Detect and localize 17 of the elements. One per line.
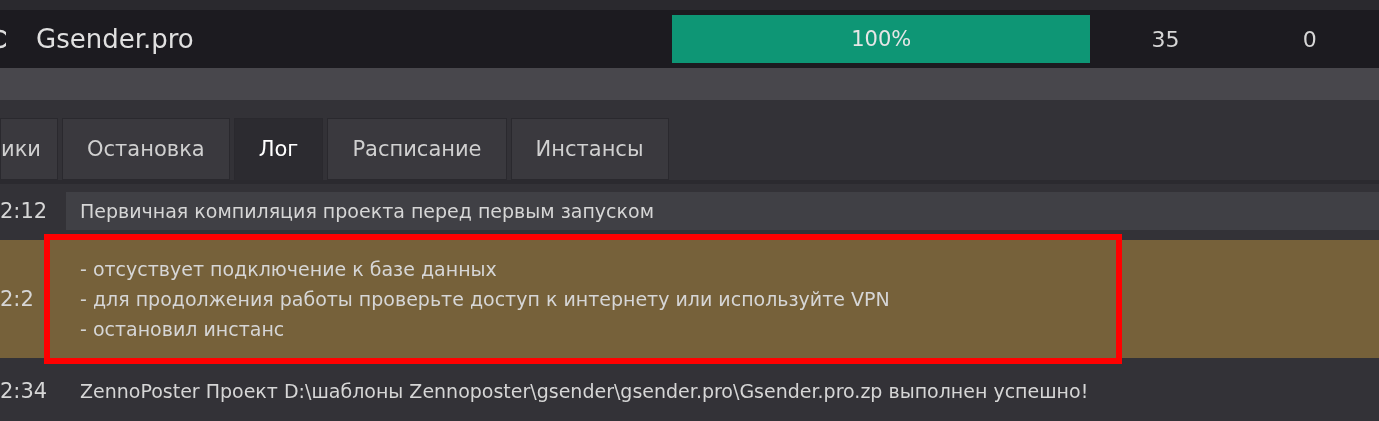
table-cell: 35 [1151, 26, 1180, 52]
status-icon [0, 29, 6, 49]
log-message: Первичная компиляция проекта перед первым запуском [66, 192, 1379, 230]
project-name: Gsender.pro [36, 24, 194, 54]
log-message: - отсуствует подключение к базе данных - для продолжения работы проверьте доступ к интернету или используйте VPN - остановил инстанс [79, 257, 891, 342]
tab[interactable]: Инстансы [510, 118, 669, 180]
log-time: 2:34 [0, 379, 48, 403]
log-time: 2:2 [0, 287, 34, 311]
tab[interactable]: ики [0, 118, 58, 180]
progress-label: 100% [851, 27, 912, 51]
tab[interactable]: Расписание [327, 118, 507, 180]
splitter-bar[interactable] [0, 68, 1379, 100]
log-time: 2:12 [0, 199, 48, 223]
tab[interactable]: Лог [233, 118, 324, 180]
table-cell: 0 [1302, 26, 1317, 52]
tab[interactable]: Остановка [62, 118, 230, 180]
log-message: ZennoPoster Проект D:\шаблоны Zennoposter\gsender\gsender.pro\Gsender.pro.zp выполнен успешно! [79, 379, 1090, 404]
